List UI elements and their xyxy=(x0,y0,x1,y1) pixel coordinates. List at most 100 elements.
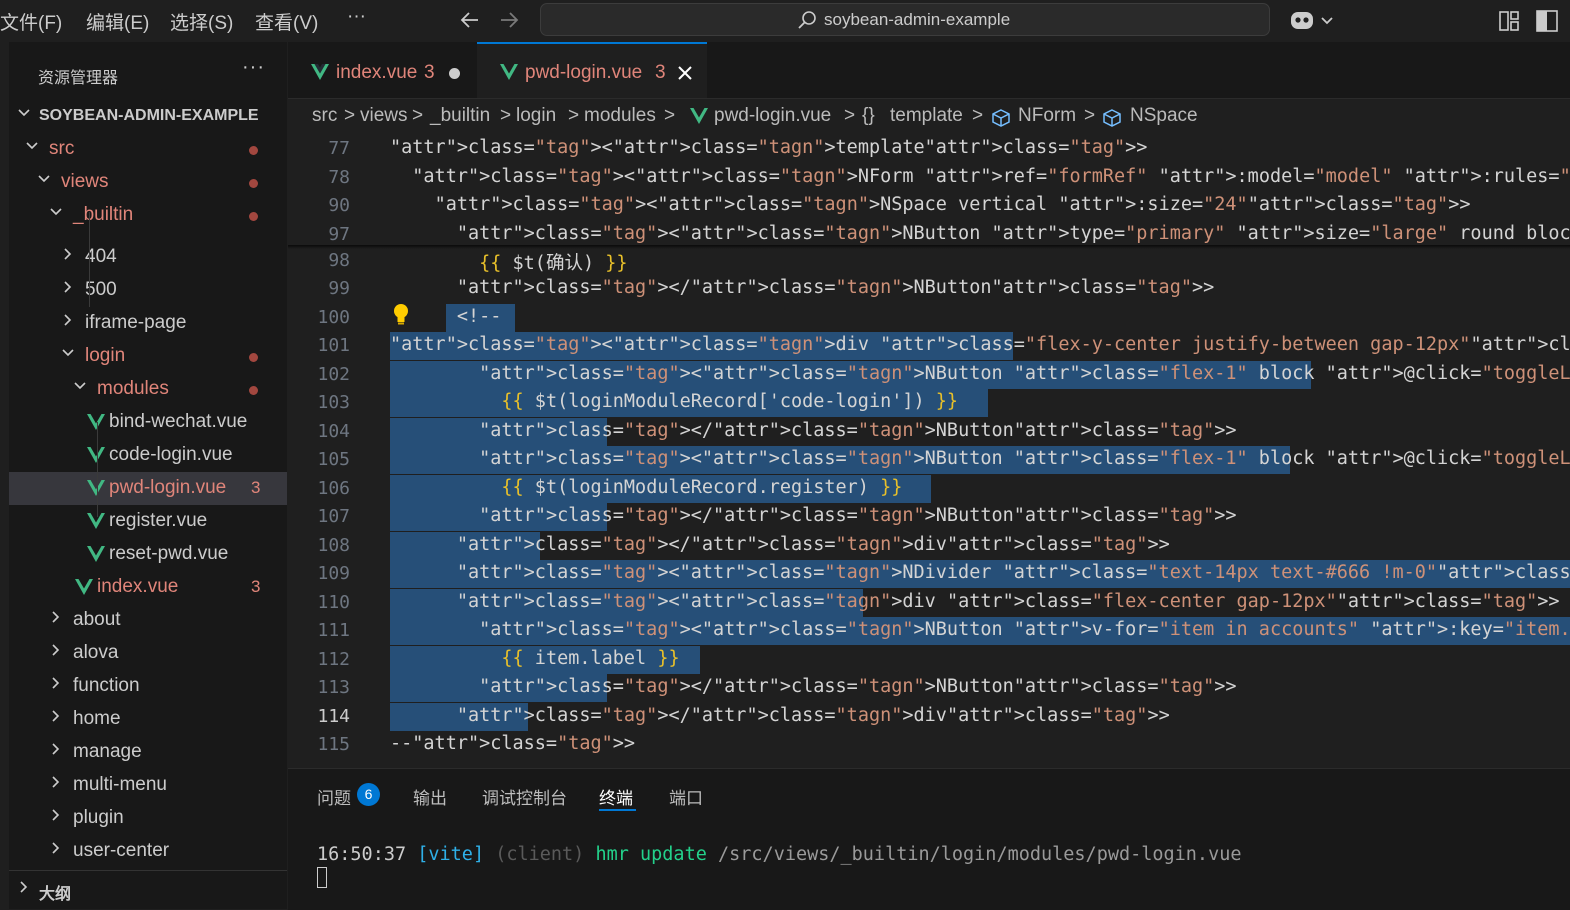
toggle-sidebar-icon[interactable] xyxy=(1535,9,1559,38)
modified-dot-icon xyxy=(249,212,258,221)
folder-item[interactable]: manage xyxy=(9,736,287,769)
outline-section[interactable]: 大纲 xyxy=(9,874,287,907)
code-line[interactable]: {{ $t(loginModuleRecord.register) }} xyxy=(390,477,902,498)
folder-item[interactable]: src xyxy=(9,133,287,166)
code-line[interactable]: "attr">class="tag"><"attr">class="tagn">… xyxy=(390,448,1570,469)
line-number: 100 xyxy=(317,307,350,328)
workspace-root[interactable]: SOYBEAN-ADMIN-EXAMPLE xyxy=(9,100,287,133)
code-line[interactable]: "attr">class="tag"><"attr">class="tagn">… xyxy=(390,194,1471,215)
tab-pwd-login-vue[interactable]: pwd-login.vue 3 xyxy=(477,42,707,98)
line-number: 109 xyxy=(317,563,350,584)
folder-item[interactable]: 404 xyxy=(9,241,287,274)
unsaved-dot-icon[interactable] xyxy=(449,68,460,79)
menu-view[interactable]: 查看(V) xyxy=(255,8,318,35)
folder-item[interactable]: home xyxy=(9,703,287,736)
modified-dot-icon xyxy=(249,353,258,362)
code-line[interactable]: "attr">class="tag"><"attr">class="tagn">… xyxy=(390,223,1570,244)
folder-item[interactable]: multi-menu xyxy=(9,769,287,802)
breadcrumb-item[interactable]: _builtin xyxy=(430,105,490,127)
folder-item[interactable]: views xyxy=(9,166,287,199)
chevron-right-icon xyxy=(49,775,63,793)
tab-terminal[interactable]: 终端 xyxy=(599,784,633,809)
code-line[interactable]: "attr">class="tag"><"attr">class="tagn">… xyxy=(390,619,1570,640)
tree-item-label: function xyxy=(73,675,140,696)
modified-dot-icon xyxy=(249,386,258,395)
code-line[interactable]: "attr">class="tag"></"attr">class="tagn"… xyxy=(390,420,1236,441)
folder-item[interactable]: _builtin xyxy=(9,199,287,232)
breadcrumb-separator: > xyxy=(1084,105,1096,126)
menu-selection[interactable]: 选择(S) xyxy=(170,8,233,35)
file-item[interactable]: index.vue 3 xyxy=(9,571,287,604)
tab-problems[interactable]: 问题 xyxy=(317,784,351,809)
vue-icon xyxy=(690,108,708,129)
code-line[interactable]: "attr">class="tag"><"attr">class="tagn">… xyxy=(390,363,1570,384)
title-bar: 文件(F) 编辑(E) 选择(S) 查看(V) ··· soybean-admi… xyxy=(0,0,1570,42)
menu-file[interactable]: 文件(F) xyxy=(0,8,62,35)
breadcrumb-item[interactable]: NForm xyxy=(1018,105,1076,127)
code-line[interactable]: "attr">class="tag"></"attr">class="tagn"… xyxy=(390,534,1170,555)
code-line[interactable]: {{ $t(确认) }} xyxy=(390,249,627,275)
code-editor[interactable]: 77 "attr">class="tag"><"attr">class="tagn… xyxy=(288,135,1570,767)
file-item[interactable]: bind-wechat.vue xyxy=(9,406,287,439)
code-line[interactable]: "attr">class="tag"><"attr">class="tagn">… xyxy=(390,166,1570,187)
menu-more[interactable]: ··· xyxy=(347,6,366,28)
folder-item[interactable]: function xyxy=(9,670,287,703)
explorer-more-button[interactable]: ··· xyxy=(242,56,265,79)
file-item[interactable]: code-login.vue xyxy=(9,439,287,472)
vue-icon xyxy=(75,579,93,595)
chevron-down-icon xyxy=(61,346,75,364)
vue-icon xyxy=(87,480,105,496)
code-line[interactable]: "attr">class="tag"></"attr">class="tagn"… xyxy=(390,505,1236,526)
indent-guide xyxy=(89,212,90,307)
breadcrumb-item[interactable]: pwd-login.vue xyxy=(714,105,831,127)
breadcrumb-item[interactable]: login xyxy=(516,105,556,127)
file-item[interactable]: register.vue xyxy=(9,505,287,538)
code-line[interactable]: "attr">class="tag"><"attr">class="tagn">… xyxy=(390,334,1570,355)
breadcrumb-item[interactable]: views xyxy=(360,105,408,127)
chevron-right-icon xyxy=(49,643,63,661)
active-tab-indicator xyxy=(599,809,636,811)
folder-item[interactable]: login xyxy=(9,340,287,373)
breadcrumb-item[interactable]: NSpace xyxy=(1130,105,1198,127)
folder-item[interactable]: user-center xyxy=(9,835,287,868)
code-line[interactable]: "attr">class="tag"></"attr">class="tagn"… xyxy=(390,705,1170,726)
code-line[interactable]: "attr">class="tag"><"attr">class="tagn">… xyxy=(390,562,1570,583)
code-line[interactable]: "attr">class="tag"></"attr">class="tagn"… xyxy=(390,277,1214,298)
folder-item[interactable]: 500 xyxy=(9,274,287,307)
code-line[interactable]: {{ item.label }} xyxy=(390,648,679,669)
file-item[interactable]: pwd-login.vue 3 xyxy=(9,472,287,505)
back-arrow-icon[interactable] xyxy=(458,8,482,37)
line-number: 105 xyxy=(317,449,350,470)
folder-item[interactable]: alova xyxy=(9,637,287,670)
folder-item[interactable]: modules xyxy=(9,373,287,406)
breadcrumb-separator: > xyxy=(844,105,856,126)
breadcrumb-item[interactable]: modules xyxy=(584,105,656,127)
tab-debug-console[interactable]: 调试控制台 xyxy=(482,784,567,809)
tab-ports[interactable]: 端口 xyxy=(669,784,703,809)
folder-item[interactable]: plugin xyxy=(9,802,287,835)
line-number: 104 xyxy=(317,421,350,442)
code-line[interactable]: {{ $t(loginModuleRecord['code-login']) }… xyxy=(390,391,958,412)
tab-output[interactable]: 输出 xyxy=(413,784,447,809)
forward-arrow-icon[interactable] xyxy=(497,8,521,37)
layout-icon[interactable] xyxy=(1497,9,1521,38)
code-line[interactable]: "attr">class="tag"><"attr">class="tagn">… xyxy=(390,137,1147,158)
file-item[interactable]: reset-pwd.vue xyxy=(9,538,287,571)
breadcrumb-item[interactable]: template xyxy=(890,105,963,127)
lightbulb-icon[interactable] xyxy=(392,303,410,329)
close-icon[interactable] xyxy=(678,66,692,85)
code-line[interactable]: "attr">class="tag"></"attr">class="tagn"… xyxy=(390,676,1236,697)
breadcrumb-item[interactable]: src xyxy=(312,105,337,127)
menu-edit[interactable]: 编辑(E) xyxy=(86,8,149,35)
tree-item-label: home xyxy=(73,708,121,729)
folder-item[interactable]: about xyxy=(9,604,287,637)
tab-index-vue[interactable]: index.vue 3 xyxy=(288,42,476,98)
code-line[interactable]: "attr">class="tag"><"attr">class="tagn">… xyxy=(390,591,1560,612)
problem-count: 3 xyxy=(251,577,261,596)
breadcrumb: src > views > _builtin > login > modules… xyxy=(288,99,1570,135)
command-center-search[interactable]: soybean-admin-example xyxy=(540,3,1270,36)
copilot-icon[interactable] xyxy=(1289,8,1335,39)
folder-item[interactable]: iframe-page xyxy=(9,307,287,340)
terminal-output[interactable]: 16:50:37 [vite] (client) hmr update /src… xyxy=(317,844,1241,865)
code-line[interactable]: --"attr">class="tag">> xyxy=(390,733,635,754)
